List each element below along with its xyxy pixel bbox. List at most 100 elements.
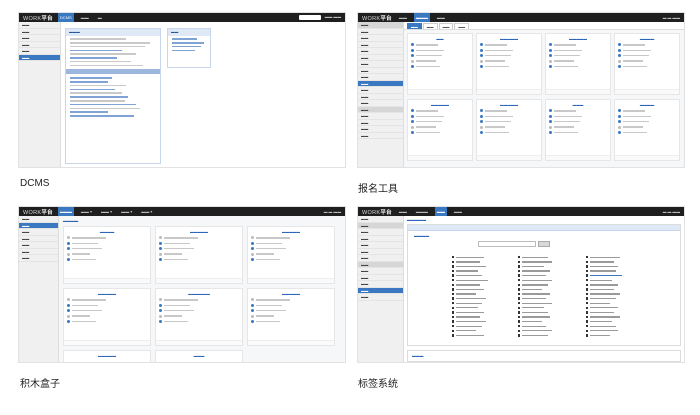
tag-list-panel: ▬▬▬▬ [407,224,681,346]
screenshot-blocks-box: WORK平台 ▬▬▬ ▬▬ ▾ ▬▬ ▾ ▬▬ ▾ ▬▬ ▾ ▬ ▬ ▬▬ ▬▬… [18,206,346,363]
nav-item[interactable]: ▬▬ [79,13,91,22]
card-title: ▬▬▬▬▬ [282,230,300,234]
nav-item-active[interactable]: ▬▬▬ [57,207,74,216]
search-input[interactable] [298,15,321,20]
top-nav-bar: WORK平台 ▬▬ ▬▬▬ ▬▬ ▬▬ ▬ ▬ ▬▬ [358,207,684,216]
screenshot-signup-tool: WORK平台 ▬▬ ▬▬▬ ▬▬ ▬ ▬ ▬▬ ▬▬ ▬▬ ▬▬ ▬▬ ▬▬ ▬… [357,12,685,168]
card-title: ▬▬▬▬▬ [190,230,208,234]
footer-label: ▬▬▬ [412,354,424,358]
card-title: ▬▬ [436,37,444,41]
section-title: ▬▬▬▬ [414,234,430,238]
card-title: ▬▬▬▬▬ [569,37,587,41]
work-logo: WORK平台 [23,15,53,22]
sidebar: ▬▬ ▬▬ ▬▬ ▬▬ ▬▬ ▬▬ [19,22,61,167]
card-title: ▬▬▬▬ [99,230,115,234]
breadcrumb: ▬▬▬▬▬ [407,218,426,222]
activity-card[interactable]: ▬▬▬▬▬ [476,99,542,161]
nav-item[interactable]: ▬▬▬ [414,207,430,216]
activity-card[interactable]: ▬▬▬▬ [614,33,680,95]
activity-card[interactable]: ▬▬ [407,33,473,95]
nav-item[interactable]: ▬ [96,13,104,22]
screenshot-dcms: WORK平台 DCMS ▬▬ ▬ ▬▬ ▬▬ ▬▬ ▬▬ ▬▬ ▬▬ ▬▬ ▬▬… [18,12,346,168]
nav-item[interactable]: ▬▬ [435,13,447,22]
activity-card[interactable]: ▬▬▬ [545,99,611,161]
tab[interactable]: ▬▬ [454,23,470,29]
top-nav-bar: WORK平台 ▬▬ ▬▬▬ ▬▬ ▬ ▬ ▬▬ [358,13,684,22]
nav-item[interactable]: ▬▬ ▾ [139,207,154,216]
footer-panel: ▬▬▬ [407,350,681,362]
activity-card[interactable]: ▬▬▬▬▬ [407,99,473,161]
user-menu[interactable]: ▬ ▬ ▬▬ [324,210,341,214]
nav-item[interactable]: ▬▬ [397,13,409,22]
card-title: ▬▬▬▬▬ [500,103,518,107]
main-content: ▬▬▬ ▬▬ [61,22,345,167]
user-menu[interactable]: ▬ ▬ ▬▬ [663,16,680,20]
top-right-tools: ▬▬ ▬▬ [298,15,341,20]
sidebar: ▬▬ ▬▬ ▬▬ ▬▬ ▬▬ ▬▬ ▬▬ ▬▬ ▬▬ ▬▬ ▬▬ ▬▬ ▬▬ ▬… [358,22,404,167]
card-title: ▬▬▬▬▬▬ [188,292,210,296]
links-panel: ▬▬ [167,28,211,68]
block-card[interactable]: ▬▬▬▬▬▬ [155,288,243,346]
tab[interactable]: ▬▬ [422,23,438,29]
card-title: ▬▬▬ [193,354,205,358]
activity-card[interactable]: ▬▬▬▬▬ [476,33,542,95]
main-content: ▬▬▬▬ ▬▬▬▬ ▬▬▬▬▬ ▬▬▬▬▬ ▬▬▬▬▬ ▬▬▬▬▬▬ ▬▬▬▬▬… [59,216,345,362]
nav-item-active[interactable]: ▬▬▬ [413,13,430,22]
panel-header: ▬▬ [168,29,210,36]
sidebar-item-active[interactable]: ▬▬ [19,54,60,61]
nav-item[interactable]: ▬▬ [397,207,409,216]
nav-item[interactable]: ▬▬ [452,207,464,216]
notice-panel: ▬▬▬ [65,28,161,164]
card-title: ▬▬▬▬▬ [98,292,116,296]
panel-header: ▬▬▬ [66,29,160,36]
card-title: ▬▬▬ [572,103,584,107]
top-right-tools: ▬ ▬ ▬▬ [663,210,680,214]
sidebar-item[interactable]: ▬▬ [358,133,403,139]
card-title: ▬▬▬▬ [639,103,655,107]
nav-item[interactable]: ▬▬ ▾ [99,207,114,216]
card-title: ▬▬▬▬▬ [98,354,116,358]
activity-card[interactable]: ▬▬▬▬▬ [545,33,611,95]
nav-item[interactable]: ▬▬ ▾ [79,207,94,216]
block-card[interactable]: ▬▬▬▬▬ [247,226,335,284]
tab[interactable]: ▬▬ [407,23,422,29]
nav-item-active[interactable]: ▬▬ [434,207,447,216]
user-menu[interactable]: ▬▬ ▬▬ [325,15,341,20]
card-title: ▬▬▬▬ [639,37,655,41]
activity-card[interactable]: ▬▬▬▬ [614,99,680,161]
top-nav-bar: WORK平台 DCMS ▬▬ ▬ ▬▬ ▬▬ [19,13,345,22]
section-header [66,69,160,75]
caption-tag-system: 标签系统 [358,379,398,390]
card-title: ▬▬▬▬▬ [282,292,300,296]
block-card[interactable]: ▬▬▬▬▬ [63,350,151,362]
top-right-tools: ▬ ▬ ▬▬ [324,210,341,214]
block-card[interactable]: ▬▬▬▬▬ [247,288,335,346]
caption-signup-tool: 报名工具 [358,184,398,195]
block-card[interactable]: ▬▬▬ [155,350,243,362]
work-logo: WORK平台 [23,209,53,216]
page-title: ▬▬▬▬ [63,219,79,223]
main-content: ▬▬ ▬▬ ▬▬ ▬▬ ▬▬ ▬▬▬▬▬ ▬▬▬▬▬ ▬▬▬▬ ▬▬▬▬▬ ▬▬… [404,22,684,167]
sidebar-item[interactable]: ▬▬ [19,255,58,262]
nav-item[interactable]: ▬▬ ▾ [119,207,134,216]
sidebar-item[interactable]: ▬▬ [358,294,403,301]
panel-header [408,225,680,231]
tag-search-input[interactable] [478,241,536,247]
tab[interactable]: ▬▬ [438,23,454,29]
caption-blocks-box: 积木盒子 [20,379,60,390]
main-content: ▬▬▬▬▬ ▬▬▬▬ ▬▬▬ [404,216,684,362]
sidebar: ▬▬ ▬▬ ▬▬ ▬▬ ▬▬ ▬▬ ▬▬ ▬▬ ▬▬ ▬▬ ▬▬ ▬▬ ▬▬ [358,216,404,362]
top-nav-bar: WORK平台 ▬▬▬ ▬▬ ▾ ▬▬ ▾ ▬▬ ▾ ▬▬ ▾ ▬ ▬ ▬▬ [19,207,345,216]
screenshot-tag-system: WORK平台 ▬▬ ▬▬▬ ▬▬ ▬▬ ▬ ▬ ▬▬ ▬▬ ▬▬ ▬▬ ▬▬ ▬… [357,206,685,363]
block-card[interactable]: ▬▬▬▬▬ [63,288,151,346]
tab-bar: ▬▬ ▬▬ ▬▬ ▬▬ [404,22,684,30]
user-menu[interactable]: ▬ ▬ ▬▬ [663,210,680,214]
caption-dcms: DCMS [20,178,50,189]
card-title: ▬▬▬▬▬ [500,37,518,41]
block-card[interactable]: ▬▬▬▬ [63,226,151,284]
search-button[interactable] [538,241,550,247]
top-right-tools: ▬ ▬ ▬▬ [663,16,680,20]
nav-dcms[interactable]: DCMS [57,13,74,22]
block-card[interactable]: ▬▬▬▬▬ [155,226,243,284]
work-logo: WORK平台 [362,15,392,22]
